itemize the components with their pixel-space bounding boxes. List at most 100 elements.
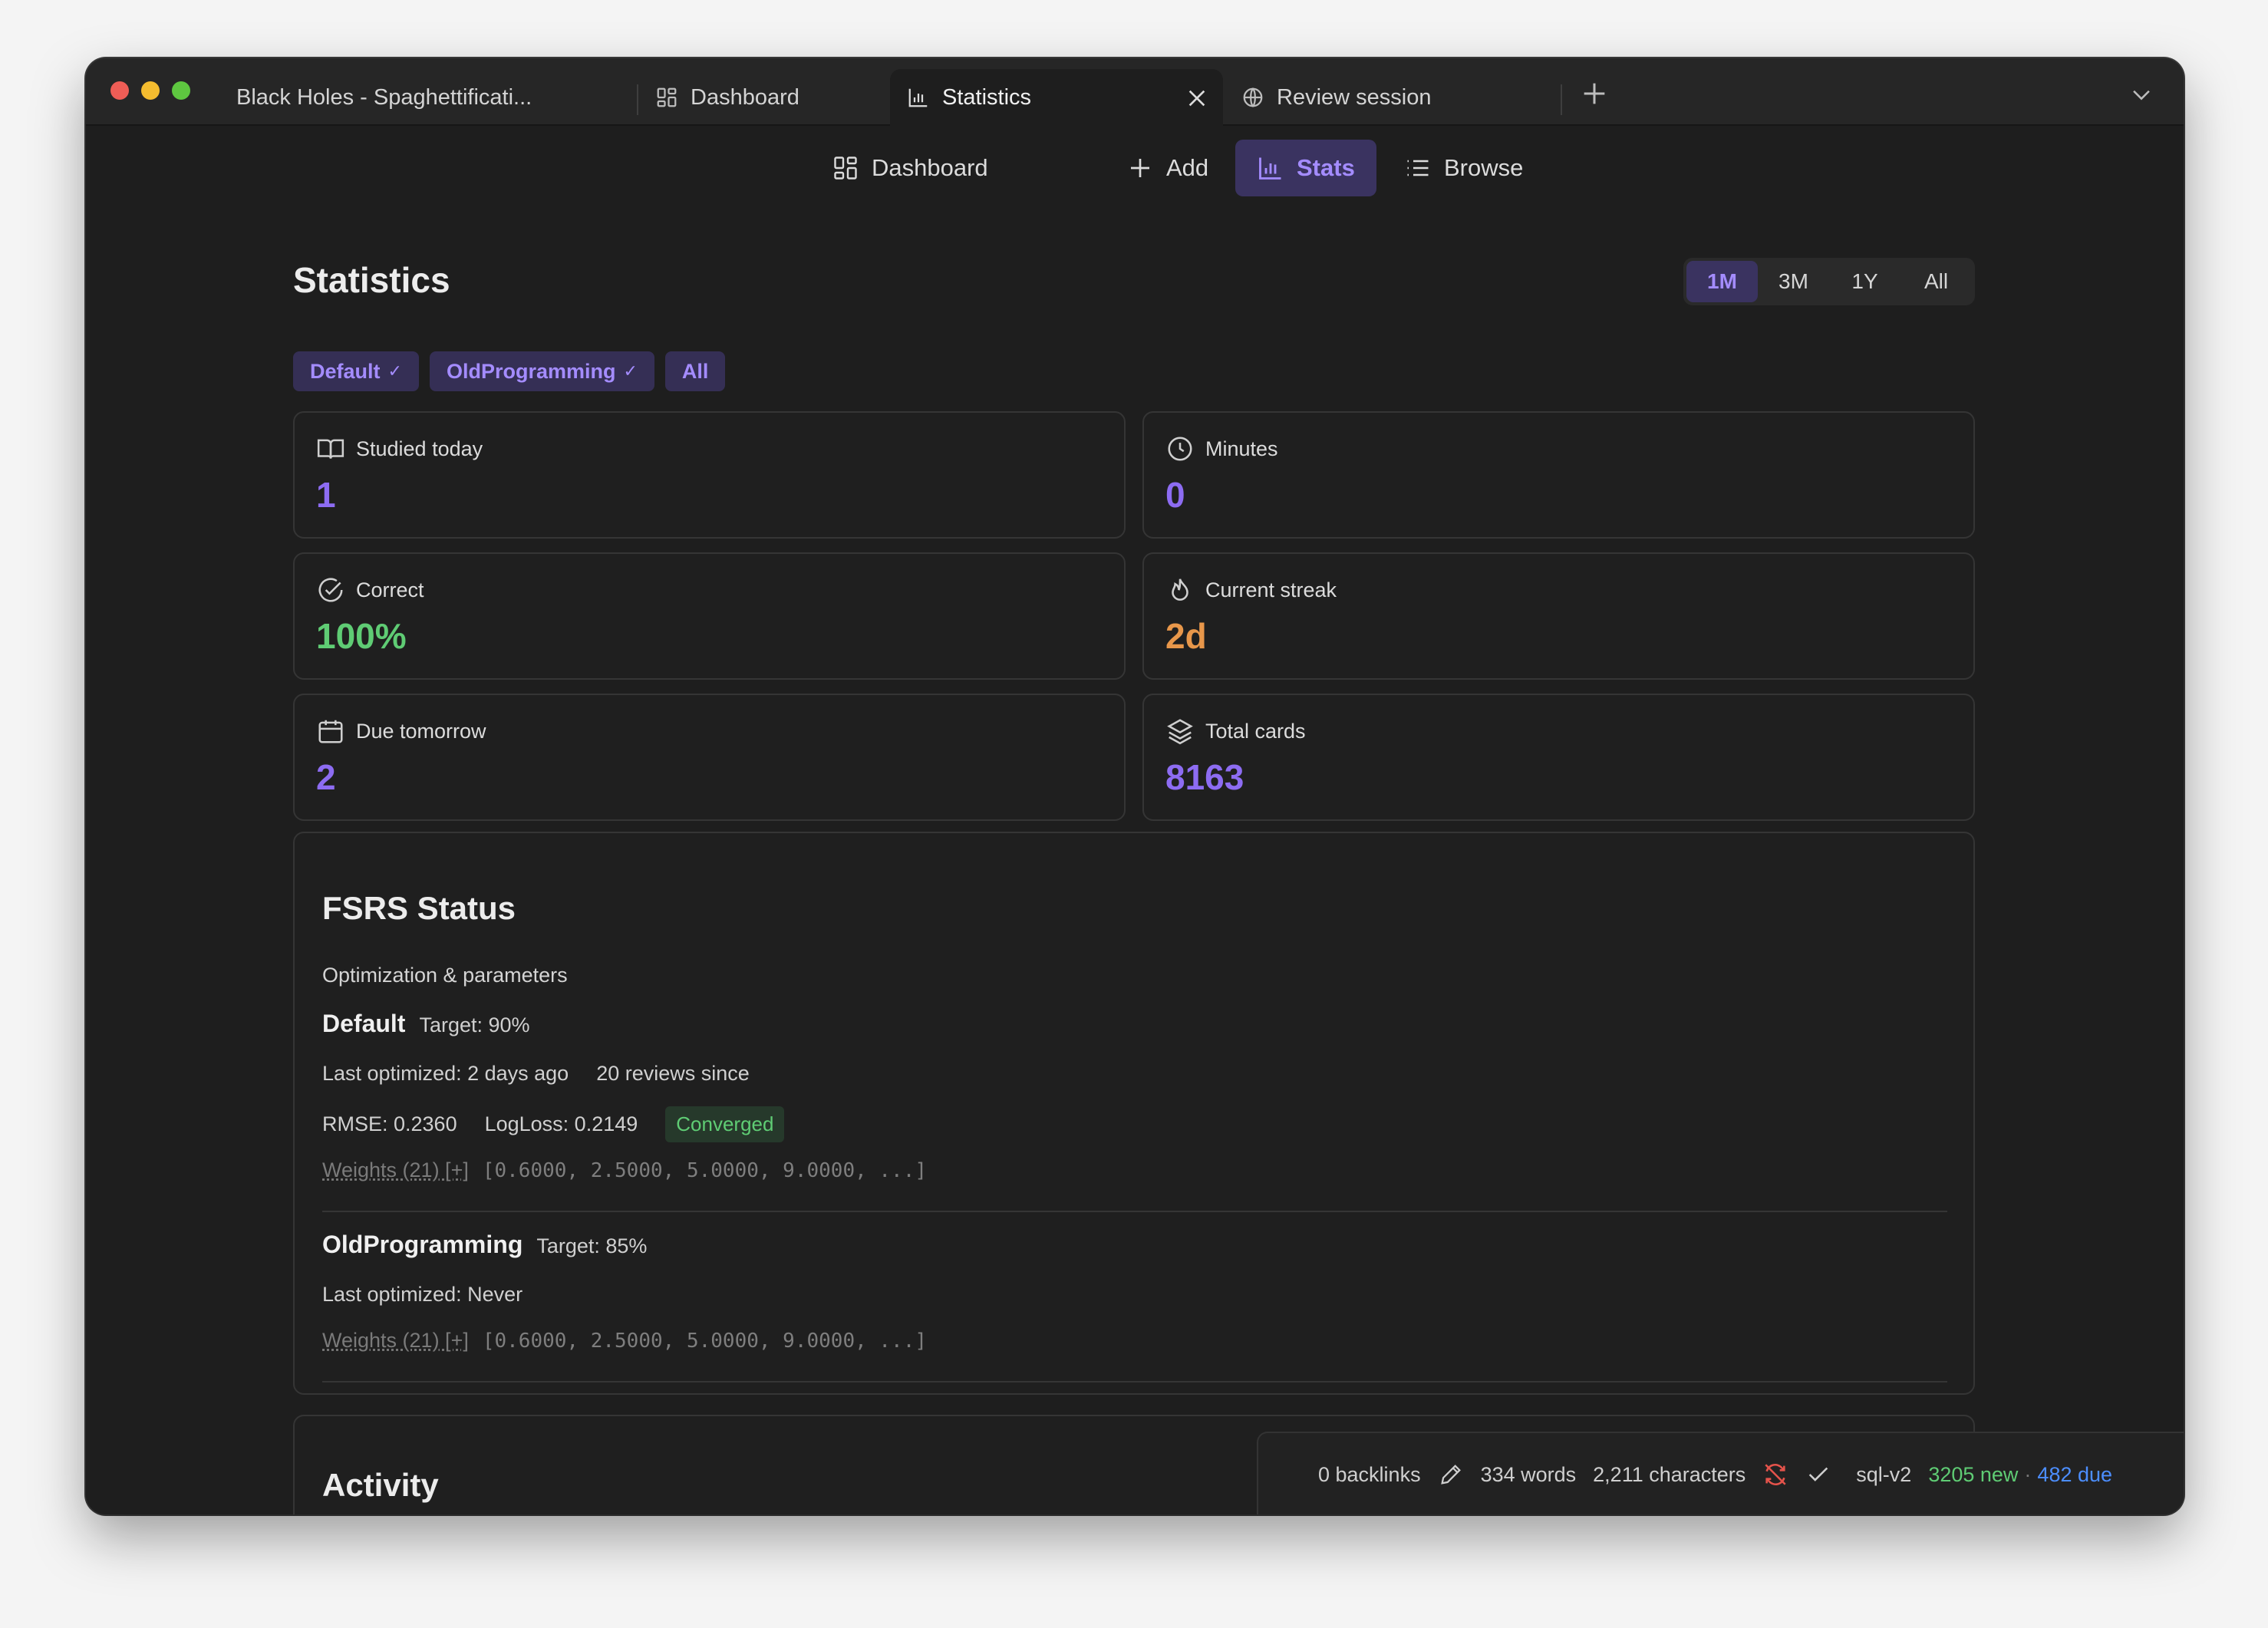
weights-values: [0.6000, 2.5000, 5.0000, 9.0000, ...]	[482, 1159, 928, 1182]
stat-card-total-cards: Total cards 8163	[1142, 694, 1975, 821]
character-count: 2,211 characters	[1593, 1462, 1746, 1486]
status-bar: 0 backlinks 334 words 2,211 characters s…	[1257, 1432, 2184, 1514]
deck-target: Target: 90%	[419, 1013, 530, 1036]
card-label: Due tomorrow	[356, 719, 486, 743]
title-bar: Black Holes - Spaghettificati... Dashboa…	[86, 58, 2184, 126]
tab-label: Black Holes - Spaghettificati...	[236, 84, 532, 110]
card-label: Total cards	[1205, 719, 1306, 743]
bar-chart-icon	[908, 88, 928, 107]
card-label-row: Total cards	[1165, 717, 1306, 746]
range-3m-button[interactable]: 3M	[1758, 261, 1829, 302]
check-icon[interactable]	[1805, 1462, 1831, 1488]
stat-card-due-tomorrow: Due tomorrow 2	[293, 694, 1126, 821]
new-cards-count[interactable]: 3205 new	[1928, 1463, 2018, 1487]
deck-filter: Default ✓ OldProgramming ✓ All	[293, 351, 726, 391]
deck-default-header: Default Target: 90%	[322, 1010, 530, 1038]
pencil-icon[interactable]	[1438, 1462, 1464, 1488]
tab-divider	[1561, 84, 1562, 115]
sync-off-icon[interactable]	[1762, 1462, 1788, 1488]
weights-toggle[interactable]: Weights (21) [+]	[322, 1158, 469, 1182]
range-all-button[interactable]: All	[1900, 261, 1972, 302]
check-icon: ✓	[387, 361, 402, 381]
tab-review-session[interactable]: Review session	[1225, 69, 1547, 126]
globe-icon	[1243, 87, 1263, 107]
chevron-down-icon[interactable]	[2128, 81, 2154, 107]
fsrs-status-panel: FSRS Status Optimization & parameters De…	[293, 832, 1975, 1395]
check-icon: ✓	[623, 361, 638, 381]
fsrs-subtitle: Optimization & parameters	[322, 964, 568, 987]
deck-chip-all[interactable]: All	[664, 351, 726, 391]
page-title: Statistics	[293, 260, 450, 300]
nav-browse-button[interactable]: Browse	[1383, 140, 1544, 196]
fsrs-title: FSRS Status	[322, 890, 516, 926]
card-label-row: Minutes	[1165, 434, 1278, 463]
stat-card-correct: Correct 100%	[293, 552, 1126, 680]
tab-statistics[interactable]: Statistics	[890, 69, 1223, 126]
zoom-window-button[interactable]	[172, 81, 190, 100]
deck-oldprogramming-header: OldProgramming Target: 85%	[322, 1231, 647, 1259]
card-label: Current streak	[1205, 578, 1337, 601]
card-label-row: Due tomorrow	[316, 717, 486, 746]
layers-icon	[1167, 719, 1193, 745]
book-open-icon	[317, 439, 344, 459]
card-value: 0	[1165, 475, 1185, 515]
due-cards-count[interactable]: 482 due	[2037, 1463, 2112, 1487]
tab-black-holes[interactable]: Black Holes - Spaghettificati...	[219, 69, 637, 126]
logloss-value: LogLoss: 0.2149	[484, 1112, 638, 1135]
close-tab-icon[interactable]	[1185, 86, 1209, 110]
database-version: sql-v2	[1856, 1462, 1912, 1486]
time-range-selector: 1M 3M 1Y All	[1683, 258, 1975, 305]
deck-default-metrics: RMSE: 0.2360 LogLoss: 0.2149 Converged	[322, 1106, 785, 1142]
divider	[322, 1211, 1947, 1212]
range-1y-button[interactable]: 1Y	[1829, 261, 1900, 302]
deck-default-optimization: Last optimized: 2 days ago 20 reviews si…	[322, 1062, 750, 1086]
backlinks-count[interactable]: 0 backlinks	[1318, 1463, 1421, 1487]
minimize-window-button[interactable]	[141, 81, 160, 100]
close-window-button[interactable]	[110, 81, 129, 100]
chip-label: All	[681, 359, 709, 383]
converged-badge: Converged	[665, 1106, 785, 1142]
deck-chip-default[interactable]: Default ✓	[293, 351, 419, 391]
weights-toggle[interactable]: Weights (21) [+]	[322, 1329, 469, 1353]
bar-chart-icon	[1259, 157, 1281, 180]
nav-stats-button[interactable]: Stats	[1235, 140, 1376, 196]
nav-dashboard-label: Dashboard	[872, 154, 988, 181]
deck-name: OldProgramming	[322, 1231, 523, 1258]
top-navigation: Dashboard Add Stats Browse	[86, 140, 2184, 196]
activity-title: Activity	[322, 1467, 439, 1503]
new-tab-icon[interactable]	[1579, 78, 1610, 109]
flame-icon	[1172, 578, 1188, 601]
tab-label: Statistics	[942, 84, 1032, 110]
card-label-row: Correct	[316, 575, 424, 605]
card-value: 100%	[316, 616, 407, 656]
stat-card-studied-today: Studied today 1	[293, 411, 1126, 539]
separator: ·	[2024, 1462, 2032, 1486]
card-value: 2	[316, 757, 336, 797]
deck-oldprogramming-optimization: Last optimized: Never	[322, 1283, 522, 1307]
card-value: 1	[316, 475, 336, 515]
deck-name: Default	[322, 1010, 406, 1037]
deck-oldprogramming-weights: Weights (21) [+] [0.6000, 2.5000, 5.0000…	[322, 1329, 927, 1353]
deck-chip-oldprogramming[interactable]: OldProgramming ✓	[429, 351, 654, 391]
tab-label: Dashboard	[691, 84, 799, 110]
calendar-icon	[318, 720, 343, 743]
last-optimized: Last optimized: Never	[322, 1283, 523, 1306]
word-count: 334 words	[1480, 1462, 1577, 1486]
dashboard-icon	[657, 87, 677, 107]
nav-browse-label: Browse	[1444, 154, 1524, 181]
card-value: 8163	[1165, 757, 1244, 797]
last-optimized: Last optimized: 2 days ago	[322, 1062, 569, 1085]
reviews-since: 20 reviews since	[596, 1062, 750, 1085]
nav-dashboard-button[interactable]: Dashboard	[810, 140, 1010, 196]
card-label: Correct	[356, 578, 424, 601]
plus-icon	[1131, 159, 1149, 177]
card-label: Minutes	[1205, 437, 1278, 460]
nav-add-button[interactable]: Add	[1105, 140, 1230, 196]
stat-card-minutes: Minutes 0	[1142, 411, 1975, 539]
range-1m-button[interactable]: 1M	[1686, 261, 1758, 302]
chip-label: OldProgramming	[446, 359, 616, 383]
list-icon	[1407, 160, 1429, 176]
chip-label: Default	[310, 359, 381, 383]
card-label-row: Current streak	[1165, 575, 1337, 605]
tab-label: Review session	[1277, 84, 1432, 110]
